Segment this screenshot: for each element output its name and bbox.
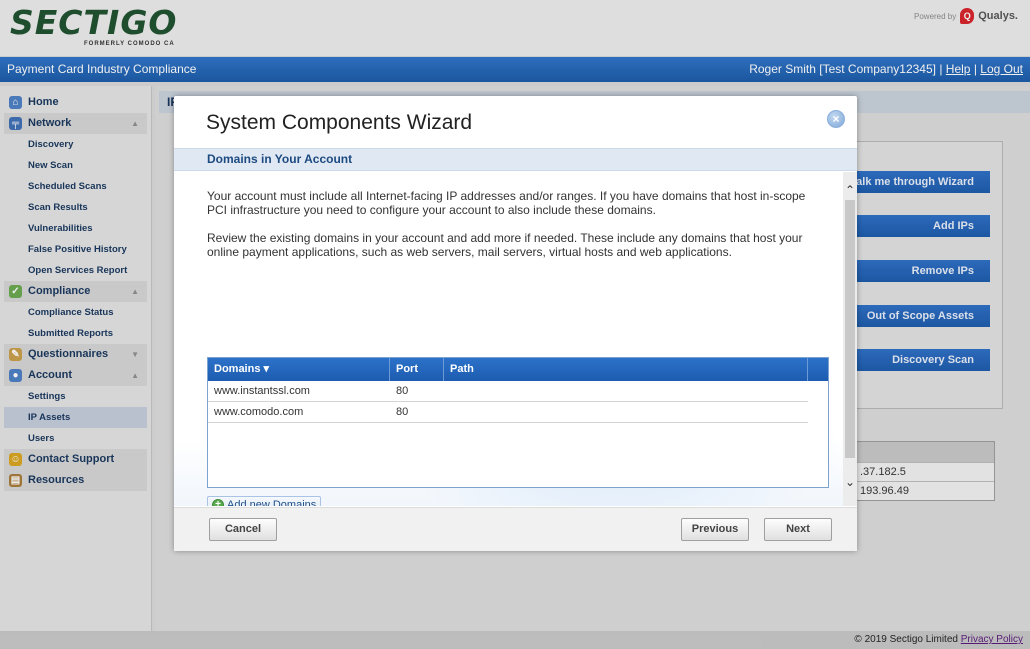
table-row[interactable]: www.instantssl.com 80 [208, 381, 808, 402]
scrollbar-thumb[interactable] [845, 200, 855, 458]
add-new-domains-label: Add new Domains [227, 499, 317, 506]
path-cell [444, 402, 808, 422]
table-row[interactable]: www.comodo.com 80 [208, 402, 808, 423]
column-header-domains[interactable]: Domains ▾ [208, 358, 390, 381]
cancel-button[interactable]: Cancel [209, 518, 277, 541]
wizard-footer: Cancel Previous Next [174, 507, 857, 551]
path-cell [444, 381, 808, 401]
domain-cell: www.comodo.com [214, 406, 304, 418]
table-header: Domains ▾ Port Path [208, 358, 828, 381]
close-icon[interactable]: × [827, 110, 845, 128]
previous-button[interactable]: Previous [681, 518, 749, 541]
column-header-port[interactable]: Port [390, 358, 444, 381]
column-header-path[interactable]: Path [444, 358, 808, 381]
chevron-down-icon[interactable]: ⌄ [843, 474, 857, 490]
intro-paragraph: Your account must include all Internet-f… [207, 189, 806, 217]
add-new-domains-button[interactable]: + Add new Domains [207, 496, 322, 506]
section-title: Domains in Your Account [174, 148, 857, 171]
plus-icon: + [212, 499, 224, 506]
system-components-wizard: System Components Wizard × Domains in Yo… [174, 96, 857, 551]
wizard-body: Your account must include all Internet-f… [174, 172, 857, 506]
wizard-scrollbar[interactable]: ⌃ ⌄ [843, 172, 857, 506]
port-cell: 80 [396, 406, 409, 418]
port-cell: 80 [396, 385, 409, 397]
review-paragraph: Review the existing domains in your acco… [207, 231, 803, 259]
domains-table: Domains ▾ Port Path www.instantssl.com 8… [207, 357, 829, 488]
chevron-up-icon[interactable]: ⌃ [843, 182, 857, 198]
next-button[interactable]: Next [764, 518, 832, 541]
domain-cell: www.instantssl.com [214, 385, 310, 397]
wizard-title: System Components Wizard [206, 111, 473, 134]
